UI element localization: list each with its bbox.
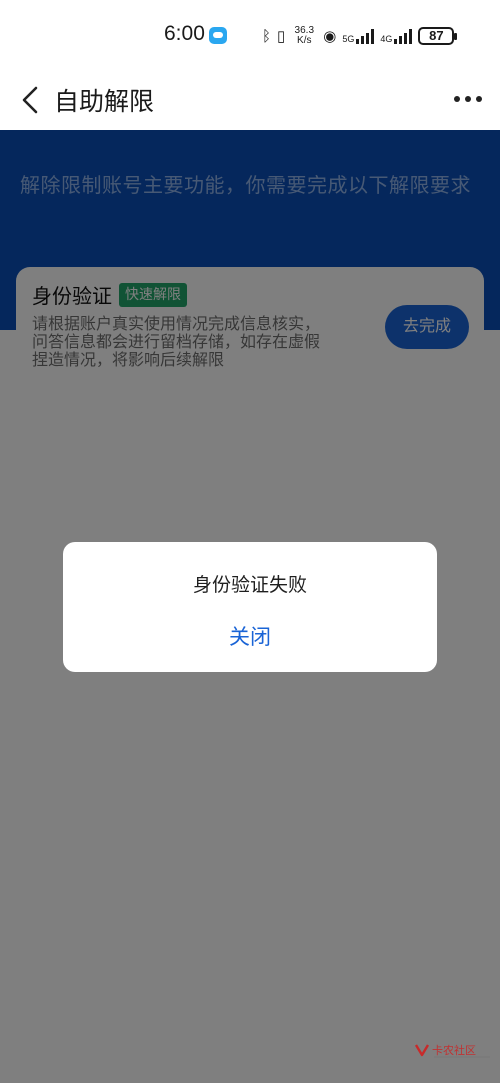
watermark-underline: [434, 1056, 490, 1058]
bluetooth-icon: ᛒ: [262, 27, 272, 45]
status-icons: ᛒ ▯ 36.3 K/s ◉ 5G 4G 87: [262, 24, 458, 48]
watermark-logo-icon: [414, 1044, 430, 1057]
signal-bars-icon: [394, 28, 413, 44]
sim1-label: 5G: [342, 34, 355, 44]
page-title: 自助解限: [54, 87, 155, 116]
battery-icon: 87: [418, 27, 458, 45]
more-dots-icon[interactable]: [454, 96, 482, 104]
message-notification-icon: [209, 27, 227, 44]
back-arrow-icon[interactable]: [18, 84, 46, 116]
dialog-message: 身份验证失败: [192, 574, 307, 596]
sim2-label: 4G: [380, 34, 393, 44]
status-bar: 6:00 ᛒ ▯ 36.3 K/s ◉ 5G 4G 87: [0, 0, 500, 72]
hotspot-icon: ◉: [323, 27, 337, 45]
nav-bar: 自助解限: [0, 72, 500, 130]
sim2-signal: 4G: [380, 28, 413, 44]
close-button[interactable]: 关闭: [200, 620, 300, 656]
watermark: 卡农社区: [414, 1038, 494, 1064]
net-speed: 36.3 K/s: [291, 26, 317, 46]
net-speed-unit: K/s: [297, 35, 312, 46]
vibrate-icon: ▯: [277, 27, 286, 45]
status-time: 6:00: [164, 22, 205, 45]
sim1-signal: 5G: [342, 28, 375, 44]
alert-dialog: 身份验证失败 关闭: [63, 542, 437, 672]
signal-bars-icon: [356, 28, 375, 44]
